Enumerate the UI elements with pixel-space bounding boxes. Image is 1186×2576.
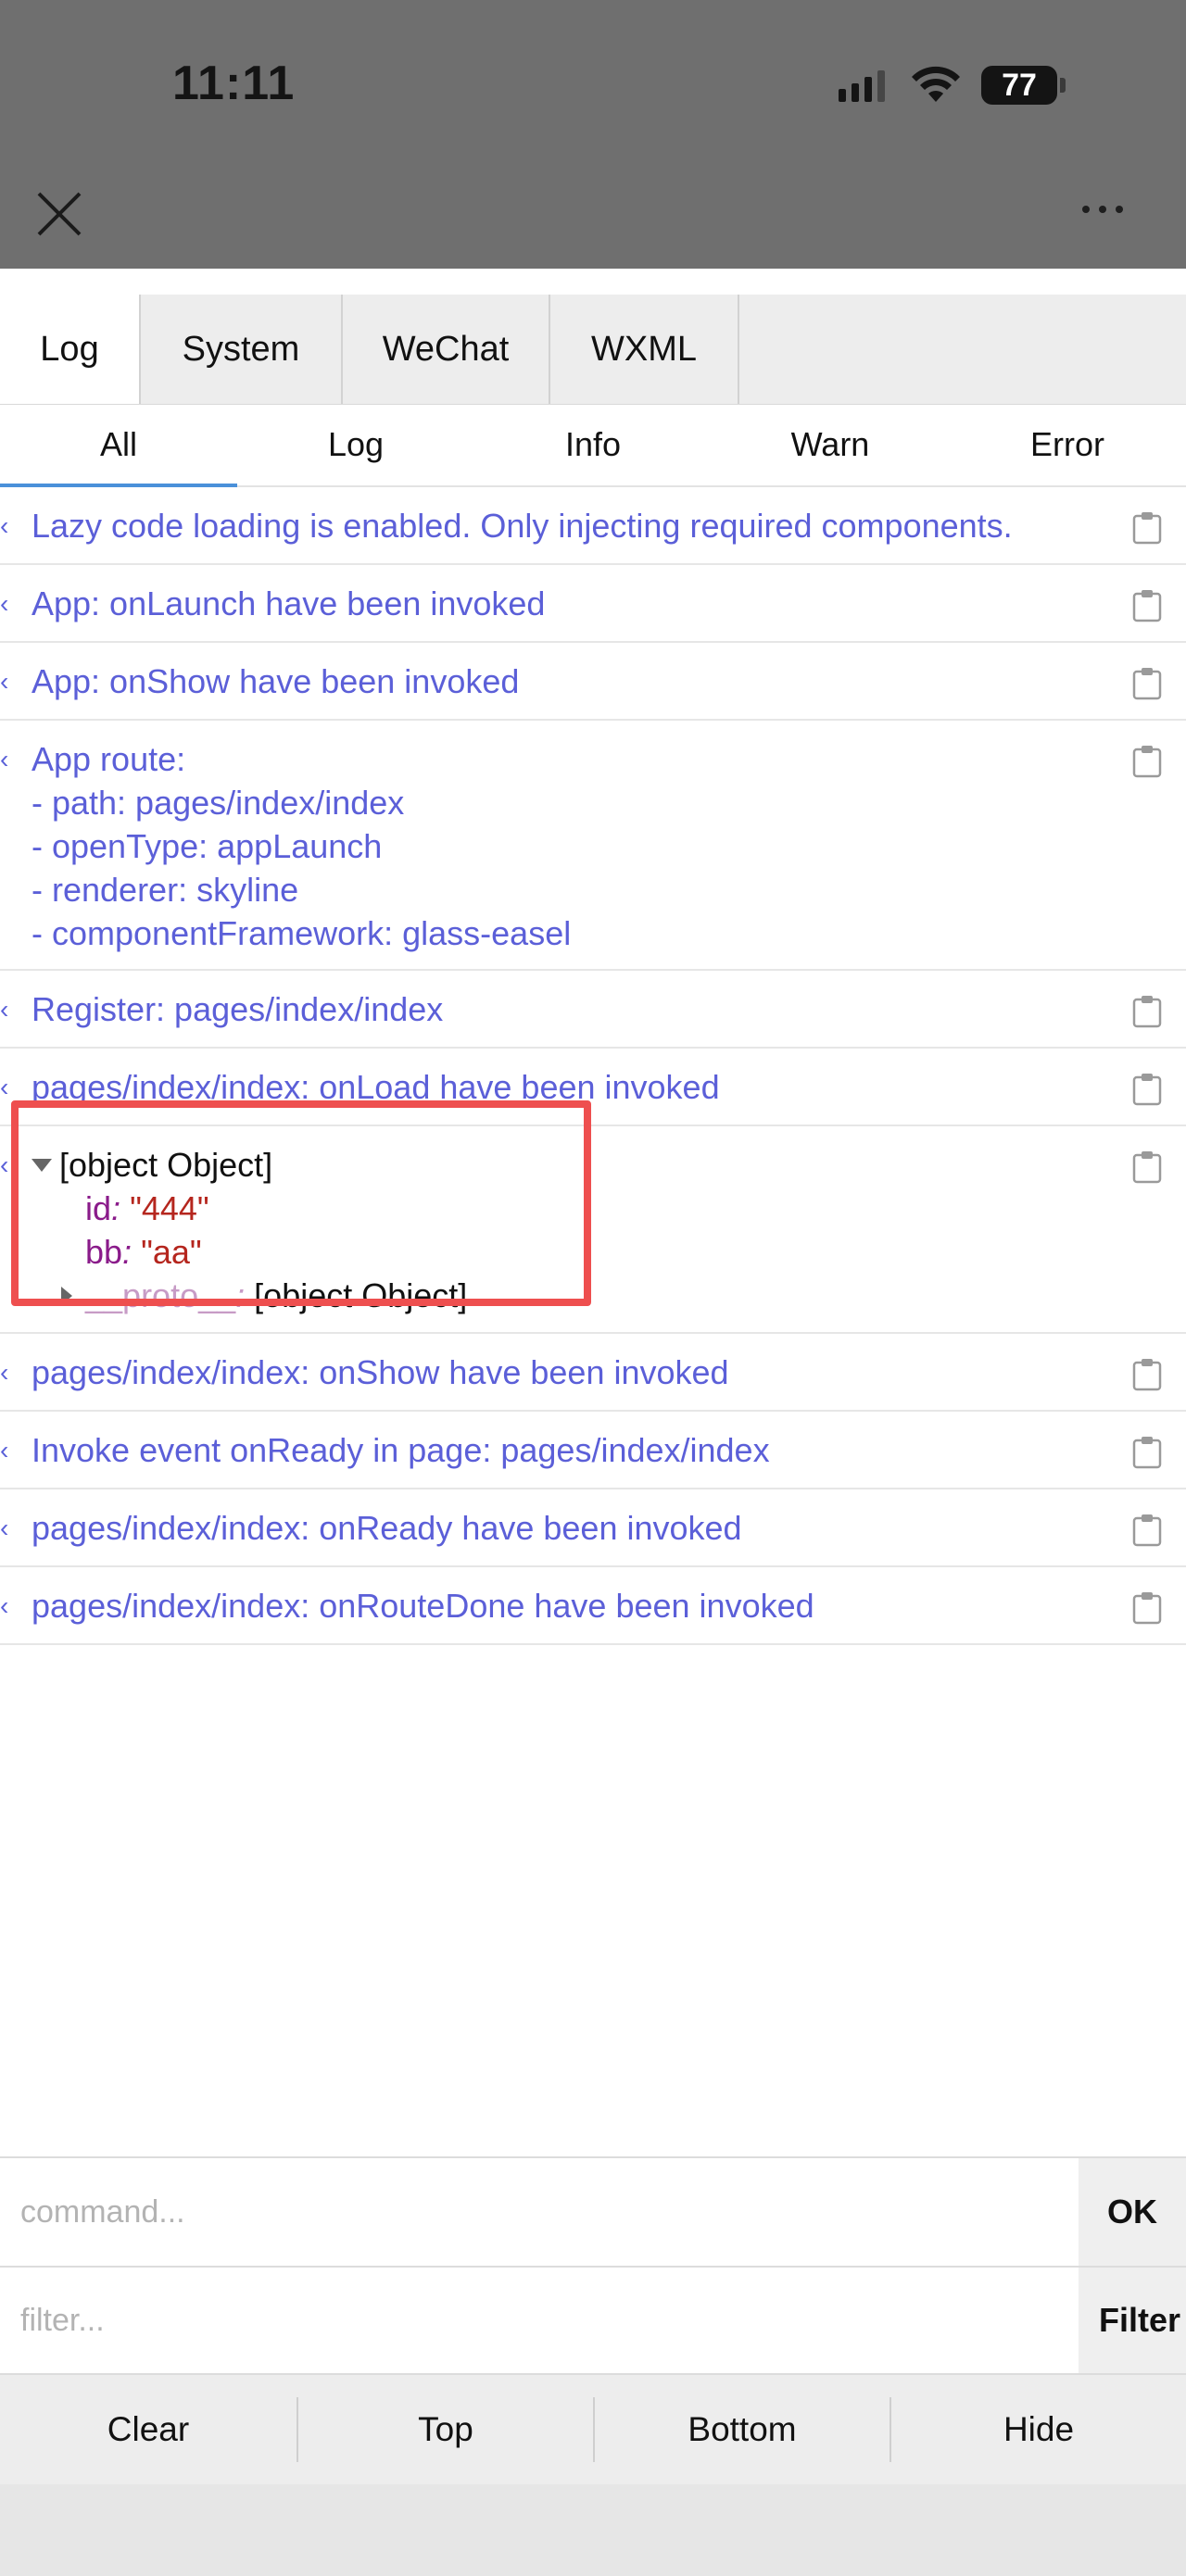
log-message: App: onLaunch have been invoked	[32, 584, 546, 622]
tab-log[interactable]: Log	[0, 295, 141, 404]
log-row: ‹ Register: pages/index/index	[0, 971, 1186, 1049]
log-row: ‹ App: onShow have been invoked	[0, 643, 1186, 721]
status-icons: 77	[839, 57, 1066, 113]
log-message: pages/index/index: onRouteDone have been…	[32, 1587, 814, 1625]
filter-tab-info[interactable]: Info	[474, 404, 712, 485]
tab-wxml[interactable]: WXML	[550, 295, 739, 404]
log-row: ‹ pages/index/index: onReady have been i…	[0, 1489, 1186, 1567]
filter-tab-log[interactable]: Log	[237, 404, 474, 485]
chevron-left-icon: ‹	[0, 1436, 9, 1464]
highlight-box	[11, 1100, 591, 1306]
bottom-button[interactable]: Bottom	[593, 2397, 890, 2462]
chevron-left-icon: ‹	[0, 1591, 9, 1620]
chevron-left-icon: ‹	[0, 1150, 9, 1179]
filter-row: Filter	[0, 2268, 1186, 2375]
clipboard-icon[interactable]	[1132, 511, 1162, 545]
wifi-icon	[912, 66, 960, 102]
top-button[interactable]: Top	[296, 2397, 593, 2462]
clipboard-icon[interactable]	[1132, 1150, 1162, 1184]
clipboard-icon[interactable]	[1132, 589, 1162, 622]
hide-button[interactable]: Hide	[890, 2397, 1186, 2462]
status-time: 11:11	[172, 57, 296, 110]
clipboard-icon[interactable]	[1132, 1358, 1162, 1391]
log-row: ‹ pages/index/index: onShow have been in…	[0, 1334, 1186, 1412]
log-message: App: onShow have been invoked	[32, 662, 520, 700]
clipboard-icon[interactable]	[1132, 667, 1162, 700]
log-row: ‹ pages/index/index: onRouteDone have be…	[0, 1567, 1186, 1645]
clipboard-icon[interactable]	[1132, 1436, 1162, 1469]
clipboard-icon[interactable]	[1132, 1514, 1162, 1547]
level-filter-tabs: All Log Info Warn Error	[0, 404, 1186, 487]
clipboard-icon[interactable]	[1132, 1591, 1162, 1625]
log-message: Invoke event onReady in page: pages/inde…	[32, 1431, 770, 1469]
command-input[interactable]	[0, 2158, 1079, 2266]
battery-icon: 77	[981, 66, 1066, 105]
tab-system[interactable]: System	[141, 295, 343, 404]
log-message: pages/index/index: onShow have been invo…	[32, 1353, 729, 1391]
command-row: OK	[0, 2156, 1186, 2268]
dimmed-page-background	[0, 0, 1186, 269]
log-message: pages/index/index: onReady have been inv…	[32, 1509, 742, 1547]
log-row: ‹ Invoke event onReady in page: pages/in…	[0, 1412, 1186, 1489]
chevron-left-icon: ‹	[0, 589, 9, 618]
clipboard-icon[interactable]	[1132, 745, 1162, 778]
log-list: ‹ Lazy code loading is enabled. Only inj…	[0, 487, 1186, 1645]
tab-wechat[interactable]: WeChat	[343, 295, 550, 404]
more-dots-icon[interactable]	[1082, 206, 1123, 213]
chevron-left-icon: ‹	[0, 745, 9, 773]
chevron-left-icon: ‹	[0, 1073, 9, 1101]
log-row: ‹ App: onLaunch have been invoked	[0, 565, 1186, 643]
clipboard-icon[interactable]	[1132, 995, 1162, 1028]
bottom-toolbar: Clear Top Bottom Hide	[0, 2375, 1186, 2484]
clear-button[interactable]: Clear	[0, 2397, 296, 2462]
chevron-left-icon: ‹	[0, 995, 9, 1024]
home-indicator-area	[0, 2484, 1186, 2576]
filter-tab-warn[interactable]: Warn	[712, 404, 949, 485]
filter-tab-error[interactable]: Error	[949, 404, 1186, 485]
close-icon[interactable]	[35, 190, 83, 238]
log-message: App route: - path: pages/index/index - o…	[32, 740, 572, 952]
chevron-left-icon: ‹	[0, 667, 9, 696]
ok-button[interactable]: OK	[1079, 2158, 1186, 2266]
clipboard-icon[interactable]	[1132, 1073, 1162, 1106]
filter-input[interactable]	[0, 2268, 1079, 2373]
filter-button[interactable]: Filter	[1079, 2268, 1186, 2373]
console-tabs: Log System WeChat WXML	[0, 295, 1186, 405]
log-message: Register: pages/index/index	[32, 990, 444, 1028]
filter-tab-all[interactable]: All	[0, 404, 237, 487]
chevron-left-icon: ‹	[0, 511, 9, 540]
log-row: ‹ Lazy code loading is enabled. Only inj…	[0, 487, 1186, 565]
chevron-left-icon: ‹	[0, 1514, 9, 1542]
log-message: Lazy code loading is enabled. Only injec…	[32, 507, 1013, 545]
cellular-signal-icon	[839, 69, 885, 102]
chevron-left-icon: ‹	[0, 1358, 9, 1387]
log-row: ‹ App route: - path: pages/index/index -…	[0, 721, 1186, 971]
